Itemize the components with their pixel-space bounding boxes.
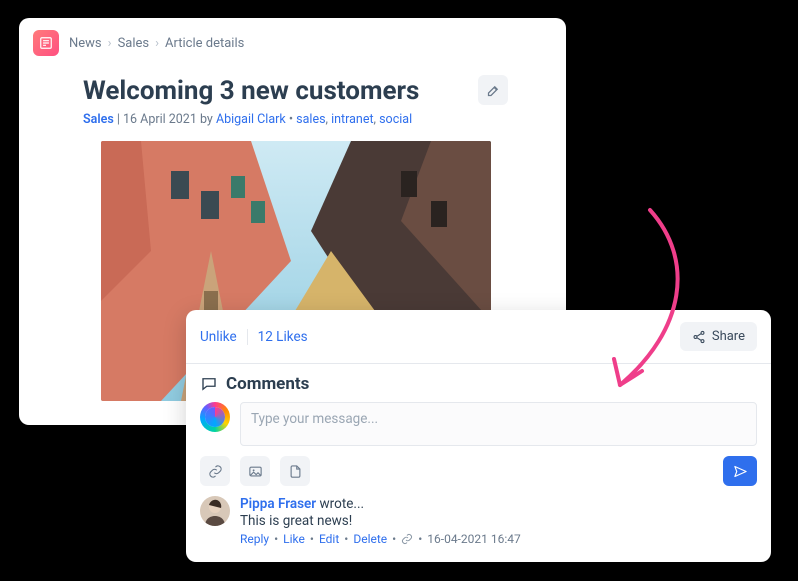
chevron-right-icon: ›	[155, 36, 159, 51]
attach-file-button[interactable]	[280, 456, 310, 486]
comments-body: Comments	[186, 364, 771, 558]
article-category[interactable]: Sales	[83, 112, 114, 127]
edit-button[interactable]	[478, 75, 508, 105]
article-meta: Sales | 16 April 2021 by Abigail Clark •…	[83, 112, 508, 127]
comments-heading-text: Comments	[226, 374, 309, 394]
edit-comment-button[interactable]: Edit	[319, 532, 339, 546]
engagement-bar: Unlike 12 Likes Share	[186, 310, 771, 364]
article-author[interactable]: Abigail Clark	[216, 112, 286, 127]
separator	[247, 329, 248, 345]
comments-card: Unlike 12 Likes Share Comments	[186, 310, 771, 562]
comment-avatar	[200, 496, 230, 526]
likes-count[interactable]: 12 Likes	[258, 329, 308, 345]
permalink-icon[interactable]	[401, 533, 413, 545]
topbar: News › Sales › Article details	[19, 18, 566, 64]
comment-input[interactable]	[240, 402, 757, 446]
tag-social[interactable]: social	[379, 112, 412, 127]
image-icon	[248, 464, 263, 479]
article-title: Welcoming 3 new customers	[83, 76, 466, 106]
wrote-label: wrote...	[320, 496, 365, 512]
tag-sales[interactable]: sales	[296, 112, 325, 127]
share-label: Share	[712, 329, 745, 344]
reply-button[interactable]: Reply	[240, 532, 269, 546]
breadcrumb: News › Sales › Article details	[69, 36, 244, 51]
chevron-right-icon: ›	[108, 36, 112, 51]
link-icon	[208, 464, 223, 479]
share-button[interactable]: Share	[680, 322, 757, 351]
breadcrumb-sales[interactable]: Sales	[118, 36, 150, 51]
delete-comment-button[interactable]: Delete	[353, 532, 387, 546]
comments-heading: Comments	[200, 374, 757, 394]
app-logo	[33, 30, 59, 56]
tag-intranet[interactable]: intranet	[331, 112, 373, 127]
comment-timestamp: 16-04-2021 16:47	[427, 532, 520, 546]
breadcrumb-news[interactable]: News	[69, 36, 102, 51]
like-button[interactable]: Like	[283, 532, 305, 546]
article-date: 16 April 2021	[123, 112, 197, 127]
attach-image-button[interactable]	[240, 456, 270, 486]
current-user-avatar	[200, 402, 230, 432]
share-icon	[692, 330, 706, 344]
unlike-button[interactable]: Unlike	[200, 329, 237, 345]
edit-icon	[486, 83, 501, 98]
comment-icon	[200, 375, 218, 393]
composer-toolbar	[200, 456, 757, 486]
comment-composer	[200, 402, 757, 446]
by-word: by	[200, 112, 213, 127]
newspaper-icon	[39, 36, 53, 50]
send-icon	[733, 464, 748, 479]
send-button[interactable]	[723, 456, 757, 486]
comment-text: This is great news!	[240, 513, 521, 529]
comment-item: Pippa Fraser wrote... This is great news…	[200, 496, 757, 546]
comment-content: Pippa Fraser wrote... This is great news…	[240, 496, 521, 546]
comment-author[interactable]: Pippa Fraser	[240, 496, 316, 512]
file-icon	[288, 464, 303, 479]
attach-link-button[interactable]	[200, 456, 230, 486]
breadcrumb-current: Article details	[165, 36, 244, 51]
comment-actions: Reply • Like • Edit • Delete • • 16-04-2…	[240, 532, 521, 546]
